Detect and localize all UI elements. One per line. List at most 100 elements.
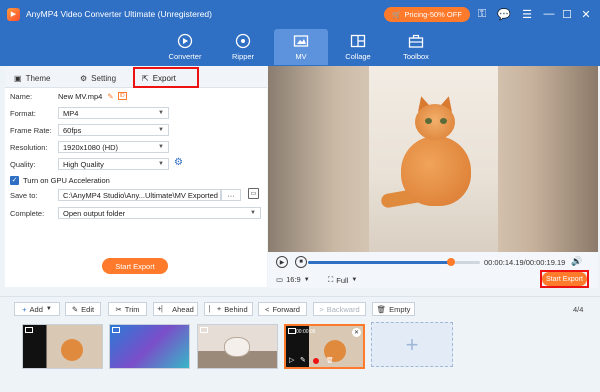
- trash-icon[interactable]: 🗑: [326, 357, 334, 364]
- minimize-icon[interactable]: —: [541, 6, 557, 22]
- key-icon[interactable]: ⚿: [474, 6, 490, 22]
- gpu-checkbox[interactable]: ✓: [10, 175, 19, 185]
- play-icon[interactable]: ▶: [276, 256, 288, 268]
- behind-label: Behind: [224, 304, 248, 314]
- name-value: New MV.mp4: [58, 91, 103, 101]
- timeline-clip[interactable]: [22, 324, 103, 369]
- backward-label: Backward: [326, 304, 360, 314]
- play-icon[interactable]: ▷: [289, 356, 294, 364]
- save-to-label: Save to:: [10, 190, 38, 200]
- close-icon[interactable]: ✕: [352, 328, 361, 337]
- cat-eye: [425, 118, 432, 124]
- format-row: Format:: [10, 106, 58, 120]
- gpu-label: Turn on GPU Acceleration: [23, 175, 110, 185]
- record-icon: [313, 358, 319, 364]
- quality-select[interactable]: High Quality ▼: [58, 158, 169, 170]
- empty-label: Empty: [389, 304, 411, 314]
- theme-icon: ▣: [14, 73, 22, 83]
- format-value: MP4: [63, 108, 79, 118]
- export-tab-highlight: [133, 67, 199, 88]
- quality-value: High Quality: [63, 159, 104, 169]
- aspect-ratio-value: 16:9: [286, 275, 301, 284]
- maximize-icon[interactable]: ☐: [559, 6, 575, 22]
- nav-mv-label: MV: [295, 52, 307, 61]
- title-bar: ▶ AnyMP4 Video Converter Ultimate (Unreg…: [0, 0, 600, 28]
- nav-collage-label: Collage: [345, 52, 371, 61]
- chat-icon[interactable]: 💬: [496, 6, 512, 22]
- chevron-down-icon: ▼: [250, 210, 256, 216]
- format-label: Format:: [10, 108, 36, 118]
- tab-theme[interactable]: ▣ Theme: [14, 70, 50, 86]
- resolution-value: 1920x1080 (HD): [63, 142, 119, 152]
- stop-icon[interactable]: ■: [295, 256, 307, 268]
- nav-toolbox[interactable]: Toolbox: [389, 29, 443, 65]
- close-icon[interactable]: ✕: [578, 6, 594, 22]
- frame-rate-row: Frame Rate:: [10, 123, 58, 137]
- save-to-path[interactable]: C:\AnyMP4 Studio\Any...Ultimate\MV Expor…: [58, 189, 221, 201]
- name-row: Name: New MV.mp4 ✎ ID: [10, 89, 127, 103]
- aspect-ratio-select[interactable]: ▭ 16:9 ▼: [276, 275, 310, 284]
- timeline-clip[interactable]: [109, 324, 190, 369]
- pricing-promo-button[interactable]: 🛒 Pricing-50% OFF: [384, 7, 470, 22]
- quality-settings-gear-icon[interactable]: ⚙: [174, 157, 183, 168]
- empty-button[interactable]: 🗑 Empty: [372, 302, 415, 316]
- tab-theme-label: Theme: [25, 73, 51, 83]
- gear-icon: ⚙: [80, 73, 88, 83]
- nav-converter[interactable]: Converter: [158, 29, 212, 65]
- clip-time: 00:00:05: [296, 329, 316, 335]
- add-button[interactable]: + Add ▼: [14, 302, 60, 316]
- progress-bar[interactable]: [308, 258, 480, 266]
- tab-setting[interactable]: ⚙ Setting: [80, 70, 116, 86]
- pencil-icon[interactable]: ✎: [107, 92, 113, 101]
- resolution-select[interactable]: 1920x1080 (HD) ▼: [58, 141, 169, 153]
- backward-button[interactable]: > Backward: [313, 302, 366, 316]
- nav-ripper[interactable]: Ripper: [216, 29, 270, 65]
- frame-rate-select[interactable]: 60fps ▼: [58, 124, 169, 136]
- chevron-down-icon: ▼: [158, 110, 164, 116]
- backward-icon: >: [319, 304, 324, 314]
- frame-rate-label: Frame Rate:: [10, 125, 52, 135]
- nav-collage[interactable]: Collage: [331, 29, 385, 65]
- cart-icon: 🛒: [392, 10, 402, 19]
- chevron-down-icon: ▼: [158, 161, 164, 167]
- ripper-icon: [235, 33, 251, 49]
- complete-select[interactable]: Open output folder ▼: [58, 207, 261, 219]
- nav-converter-label: Converter: [168, 52, 202, 61]
- edit-button[interactable]: ✎ Edit: [65, 302, 101, 316]
- app-logo-icon: ▶: [7, 7, 20, 21]
- chevron-down-icon: ▼: [45, 306, 52, 312]
- clip-toolbar: + Add ▼ ✎ Edit ✂ Trim +⎸ Ahead ⎸+ Behind…: [0, 296, 600, 318]
- chevron-down-icon: ▼: [158, 127, 164, 133]
- add-clip-button[interactable]: +: [371, 322, 453, 367]
- resolution-row: Resolution:: [10, 140, 58, 154]
- browse-button[interactable]: ···: [221, 189, 241, 201]
- start-export-button[interactable]: Start Export: [102, 258, 168, 274]
- edit-icon[interactable]: ✎: [300, 356, 306, 364]
- timeline-clip-selected[interactable]: 00:00:05 ✕ ▷ ✎ 🗑: [284, 324, 365, 369]
- ahead-button[interactable]: +⎸ Ahead: [153, 302, 198, 316]
- timeline-clip[interactable]: [197, 324, 278, 369]
- converter-icon: [177, 33, 193, 49]
- image-icon: [25, 327, 33, 333]
- forward-button[interactable]: < Forward: [258, 302, 307, 316]
- promo-label: Pricing-50% OFF: [404, 10, 462, 19]
- start-export-button-right[interactable]: Start Export: [542, 272, 587, 286]
- folder-icon[interactable]: ▭: [248, 188, 259, 199]
- scissors-icon: ✂: [115, 304, 122, 314]
- nav-mv[interactable]: MV: [274, 29, 328, 65]
- volume-icon[interactable]: 🔊: [571, 256, 582, 267]
- name-label: Name:: [10, 91, 33, 101]
- trim-button[interactable]: ✂ Trim: [108, 302, 147, 316]
- video-preview: [268, 66, 598, 252]
- progress-handle[interactable]: [446, 258, 455, 266]
- toolbox-icon: [408, 33, 424, 49]
- collage-icon: [350, 33, 366, 49]
- rename-icon[interactable]: ID: [117, 92, 127, 100]
- image-icon: [112, 327, 120, 333]
- behind-button[interactable]: ⎸+ Behind: [204, 302, 253, 316]
- edit-label: Edit: [81, 304, 95, 314]
- fit-select[interactable]: ⛶ Full ▼: [328, 275, 357, 285]
- forward-icon: <: [265, 304, 270, 314]
- menu-icon[interactable]: ☰: [519, 6, 535, 22]
- format-select[interactable]: MP4 ▼: [58, 107, 169, 119]
